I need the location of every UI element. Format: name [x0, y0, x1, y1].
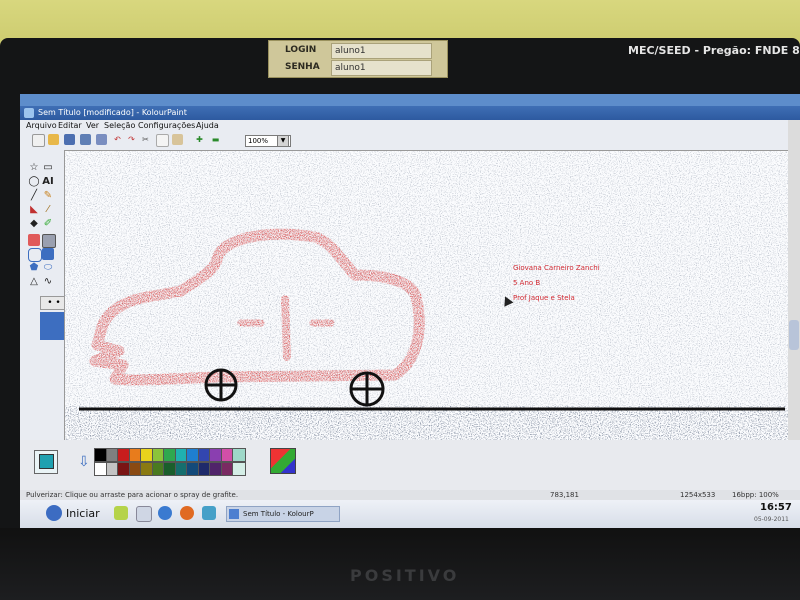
status-bar: Pulverizar: Clique ou arraste para acion…	[20, 490, 800, 500]
palette-swatch[interactable]	[232, 462, 246, 476]
clock[interactable]: 16:57	[760, 502, 792, 513]
firefox-icon[interactable]	[180, 506, 194, 520]
paint-app-icon	[229, 509, 239, 519]
ground-spray	[65, 406, 789, 441]
teacher-text: Prof Jaque e Stela	[513, 294, 575, 302]
messenger-icon[interactable]	[202, 506, 216, 520]
zoom-out-icon[interactable]: ▬	[210, 134, 221, 145]
copy-icon[interactable]	[156, 134, 169, 147]
window-titlebar[interactable]: Sem Título [modificado] - KolourPaint	[20, 106, 800, 120]
polygon-icon[interactable]: ⬟	[28, 262, 40, 274]
menubar: Arquivo Editar Ver Seleção Configurações…	[20, 120, 800, 132]
status-message: Pulverizar: Clique ou arraste para acion…	[26, 491, 239, 499]
rectangle-icon[interactable]	[42, 248, 54, 260]
redo-icon[interactable]: ↷	[126, 134, 137, 145]
ellipse-select-icon[interactable]: ◯	[28, 176, 40, 188]
spray-size-selected[interactable]	[40, 312, 66, 340]
taskbar: Iniciar Sem Título - KolourP 16:57 05-09…	[20, 500, 800, 528]
ellipse-icon[interactable]: ⬭	[42, 262, 54, 274]
curve-icon[interactable]: ∿	[42, 276, 54, 288]
menu-arquivo[interactable]: Arquivo	[26, 121, 57, 130]
sticker-login-row: LOGIN aluno1	[269, 42, 447, 59]
palette-swatch[interactable]	[232, 448, 246, 462]
main-toolbar: ↶ ↷ ✂ ✚ ▬ 100% ▼	[20, 132, 800, 148]
sticker-senha-label: SENHA	[285, 62, 320, 72]
tool-panel: ☆ ▭ ◯ AI ╱ ✎ ◣ ⁄ ◆ ✐ ⬟ ⬭ △ ∿ • •	[20, 150, 68, 440]
taskbar-app-label: Sem Título - KolourP	[243, 510, 314, 518]
open-folder-icon[interactable]	[48, 134, 59, 145]
screen: Sem Título [modificado] - KolourPaint Ar…	[20, 94, 800, 528]
monitor-brand: POSITIVO	[350, 566, 460, 585]
print-preview-icon[interactable]	[96, 134, 107, 145]
author-name-text: Giovana Carneiro Zanchi	[513, 264, 600, 272]
login-sticker: LOGIN aluno1 SENHA aluno1	[268, 40, 448, 78]
taskbar-app-button[interactable]: Sem Título - KolourP	[226, 506, 340, 522]
status-depth: 16bpp: 100%	[732, 491, 779, 499]
print-icon[interactable]	[80, 134, 91, 145]
bezel-label: MEC/SEED - Pregão: FNDE 83/20	[628, 44, 800, 57]
fill-bucket-icon[interactable]: ◆	[28, 218, 40, 230]
free-select-icon[interactable]: ☆	[28, 162, 40, 174]
sticker-login-label: LOGIN	[285, 45, 317, 55]
menu-selecao[interactable]: Seleção	[104, 121, 135, 130]
menu-configuracoes[interactable]: Configurações	[138, 121, 195, 130]
canvas-area: Giovana Carneiro Zanchi 5 Ano B Prof Jaq…	[64, 150, 790, 442]
monitor-bottom-bezel	[0, 528, 800, 600]
chevron-down-icon[interactable]: ▼	[277, 135, 289, 147]
spray-icon[interactable]	[42, 234, 56, 248]
rect-select-icon[interactable]: ▭	[42, 162, 54, 174]
undo-icon[interactable]: ↶	[112, 134, 123, 145]
start-menu-icon[interactable]	[46, 505, 62, 521]
color-picker-arrow-icon[interactable]: ⇩	[78, 454, 90, 470]
status-coords: 783,181	[550, 491, 579, 499]
menu-ajuda[interactable]: Ajuda	[196, 121, 219, 130]
menu-ver[interactable]: Ver	[86, 121, 99, 130]
drawing-canvas[interactable]: Giovana Carneiro Zanchi 5 Ano B Prof Jaq…	[65, 151, 789, 441]
class-text: 5 Ano B	[513, 279, 541, 287]
sticker-login-value: aluno1	[331, 43, 432, 59]
polyline-icon[interactable]: △	[28, 276, 40, 288]
color-selector[interactable]	[34, 450, 58, 474]
browser-icon[interactable]	[158, 506, 172, 520]
sticker-senha-row: SENHA aluno1	[269, 59, 447, 76]
date: 05-09-2011	[754, 516, 789, 523]
brush-icon[interactable]: ⁄	[42, 204, 54, 216]
color-eraser-icon[interactable]	[28, 234, 40, 246]
file-manager-icon[interactable]	[136, 506, 152, 522]
text-tool-icon[interactable]: AI	[42, 176, 54, 188]
drawing-svg	[65, 151, 789, 441]
cut-icon[interactable]: ✂	[140, 134, 151, 145]
start-button[interactable]: Iniciar	[66, 507, 100, 520]
eraser-icon[interactable]: ◣	[28, 204, 40, 216]
status-size: 1254x533	[680, 491, 716, 499]
color-cube-icon[interactable]	[270, 448, 296, 474]
line-tool-icon[interactable]: ╱	[28, 190, 40, 202]
new-file-icon[interactable]	[32, 134, 45, 147]
scrollbar-thumb[interactable]	[789, 320, 799, 350]
color-palette	[94, 448, 246, 478]
vertical-scrollbar[interactable]	[788, 120, 800, 440]
window-title: Sem Título [modificado] - KolourPaint	[38, 108, 187, 117]
foreground-color[interactable]	[39, 454, 54, 469]
menu-editar[interactable]: Editar	[58, 121, 82, 130]
paste-icon[interactable]	[172, 134, 183, 145]
rounded-rect-icon[interactable]	[28, 248, 42, 262]
save-icon[interactable]	[64, 134, 75, 145]
desktop-strip	[20, 94, 800, 106]
sticker-senha-value: aluno1	[331, 60, 432, 76]
zoom-in-icon[interactable]: ✚	[194, 134, 205, 145]
kolourpaint-icon	[24, 108, 34, 118]
color-toolbar: ⇩	[20, 440, 800, 490]
quicklaunch-app-icon[interactable]	[114, 506, 128, 520]
color-picker-icon[interactable]: ✐	[42, 218, 54, 230]
pencil-icon[interactable]: ✎	[42, 190, 54, 202]
